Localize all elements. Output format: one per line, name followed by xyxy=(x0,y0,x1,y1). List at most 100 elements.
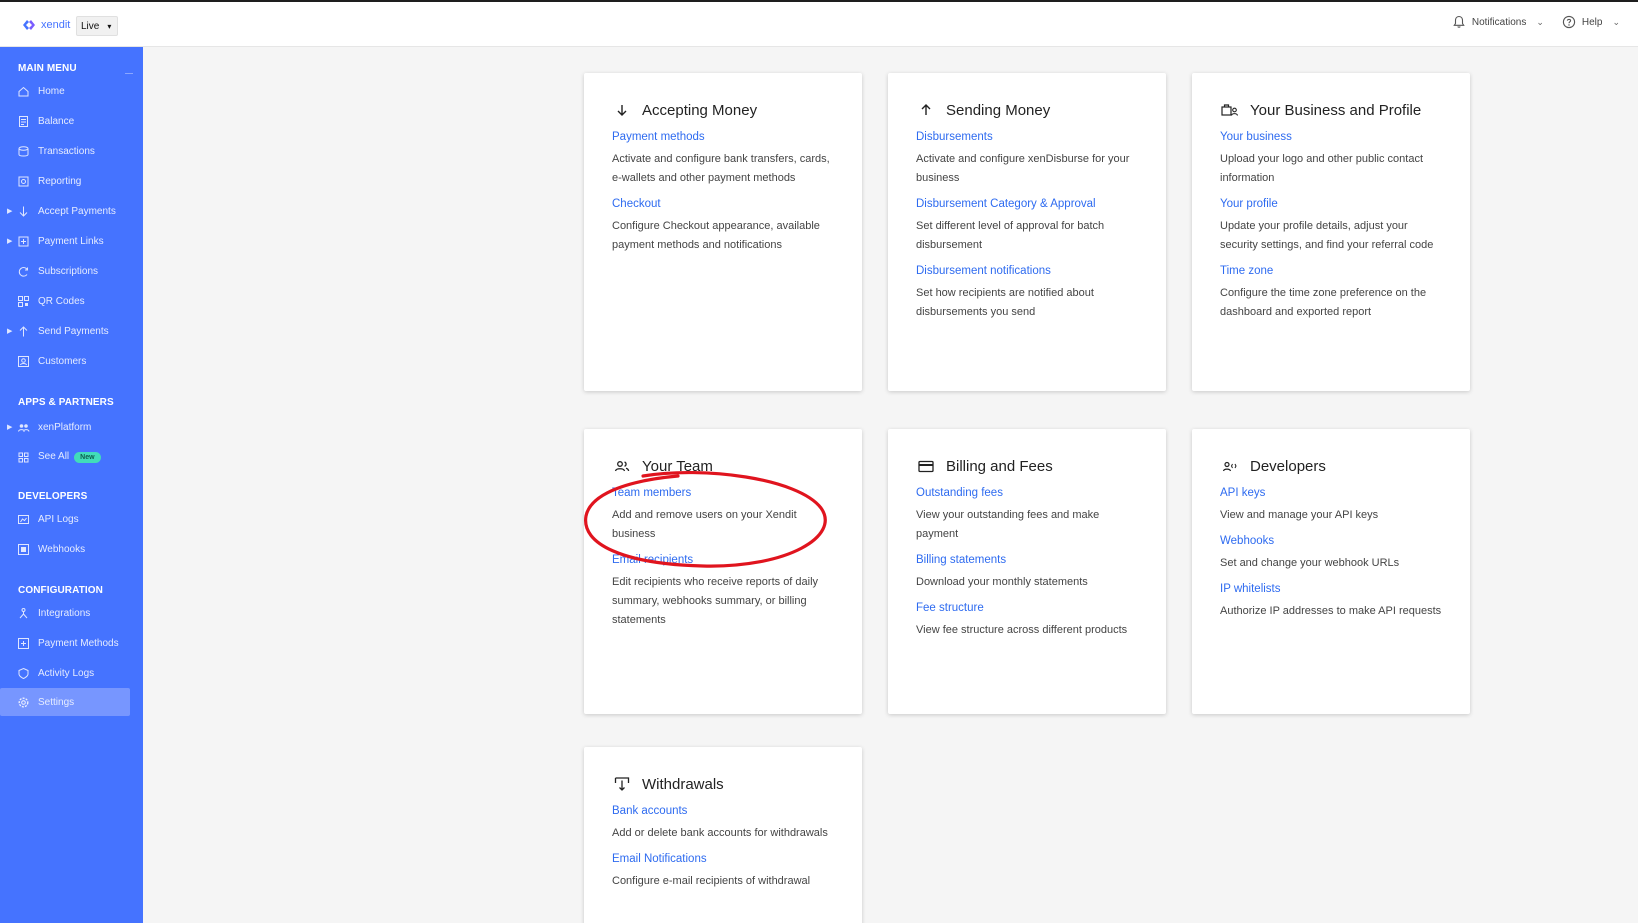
card-header: Your Team xyxy=(612,455,834,477)
bell-icon xyxy=(1453,15,1465,28)
transactions-icon xyxy=(18,145,29,156)
sidebar-item-xenplatform[interactable]: ▶ xenPlatform xyxy=(0,413,130,441)
your-profile-link[interactable]: Your profile xyxy=(1220,198,1442,210)
card-title: Your Team xyxy=(642,457,713,475)
api-keys-link[interactable]: API keys xyxy=(1220,487,1442,499)
bank-accounts-link[interactable]: Bank accounts xyxy=(612,805,834,817)
arrow-up-icon xyxy=(916,100,936,120)
payment-methods-icon xyxy=(18,637,29,649)
link-description: Authorize IP addresses to make API reque… xyxy=(1220,605,1442,617)
your-business-link[interactable]: Your business xyxy=(1220,131,1442,143)
sidebar-item-transactions[interactable]: Transactions xyxy=(0,137,130,165)
arrow-down-icon xyxy=(612,100,632,120)
settings-icon xyxy=(18,697,29,707)
email-notifications-link[interactable]: Email Notifications xyxy=(612,853,834,865)
link-description: View your outstanding fees and make paym… xyxy=(916,509,1100,540)
webhooks-icon xyxy=(18,543,29,555)
sidebar-item-label: See All xyxy=(38,451,70,462)
sidebar-item-balance[interactable]: Balance xyxy=(0,107,130,135)
notifications-label: Notifications xyxy=(1471,16,1527,28)
card-developers: Developers API keys View and manage your… xyxy=(1192,429,1470,714)
disbursement-category-approval-link[interactable]: Disbursement Category & Approval xyxy=(916,198,1138,210)
card-title: Sending Money xyxy=(946,101,1051,119)
sidebar-item-home[interactable]: Home xyxy=(0,77,130,105)
sidebar-item-label: Payment Methods xyxy=(38,637,119,649)
time-zone-link[interactable]: Time zone xyxy=(1220,265,1442,277)
send-payments-icon xyxy=(19,325,28,336)
top-bar: xendit Live ▾ Notifications ⌄ Help ⌄ xyxy=(0,0,1638,47)
sidebar-item-label: API Logs xyxy=(38,513,79,525)
sidebar-item-see-all[interactable]: See All New xyxy=(0,443,130,471)
sidebar-item-payment-methods[interactable]: Payment Methods xyxy=(0,629,130,657)
environment-value: Live xyxy=(81,20,100,32)
brand[interactable]: xendit xyxy=(21,17,70,33)
sidebar-item-label: Accept Payments xyxy=(38,205,116,217)
environment-select[interactable]: Live ▾ xyxy=(76,16,118,36)
card-title: Accepting Money xyxy=(642,101,758,119)
sidebar-item-label: Webhooks xyxy=(38,543,86,555)
payment-methods-link[interactable]: Payment methods xyxy=(612,131,834,143)
card-header: Developers xyxy=(1220,455,1442,477)
card-title: Billing and Fees xyxy=(946,457,1053,475)
card-withdrawals: Withdrawals Bank accounts Add or delete … xyxy=(584,747,862,923)
sidebar-item-label: Activity Logs xyxy=(38,667,95,679)
sidebar-item-accept-payments[interactable]: ▶ Accept Payments xyxy=(0,197,130,225)
chevron-down-icon: ▾ xyxy=(107,21,112,31)
disbursements-link[interactable]: Disbursements xyxy=(916,131,1138,143)
chevron-down-icon: ⌄ xyxy=(1612,16,1620,27)
card-header: Billing and Fees xyxy=(916,455,1138,477)
caret-right-icon: ▶ xyxy=(7,238,13,245)
help-menu[interactable]: Help ⌄ xyxy=(1562,15,1620,29)
link-description: Activate and configure bank transfers, c… xyxy=(612,153,830,184)
business-profile-icon xyxy=(1220,100,1240,120)
disbursement-notifications-link[interactable]: Disbursement notifications xyxy=(916,265,1138,277)
developer-icon xyxy=(1220,456,1240,476)
sidebar-item-integrations[interactable]: Integrations xyxy=(0,599,130,627)
card-header: Sending Money xyxy=(916,99,1138,121)
credit-card-icon xyxy=(916,456,936,476)
link-description: Set how recipients are notified about di… xyxy=(916,287,1094,318)
sidebar-item-label: Customers xyxy=(38,355,87,367)
caret-right-icon: ▶ xyxy=(7,208,13,215)
checkout-link[interactable]: Checkout xyxy=(612,198,834,210)
sidebar-item-api-logs[interactable]: API Logs xyxy=(0,505,130,533)
balance-icon xyxy=(19,115,28,127)
sidebar-item-qr-codes[interactable]: QR Codes xyxy=(0,287,130,315)
sidebar-item-payment-links[interactable]: ▶ Payment Links xyxy=(0,227,130,255)
card-title: Developers xyxy=(1250,457,1326,475)
team-members-link[interactable]: Team members xyxy=(612,487,834,499)
caret-right-icon: ▶ xyxy=(7,424,13,431)
xendit-logo-icon xyxy=(23,20,35,30)
sidebar-item-settings[interactable]: Settings xyxy=(0,688,130,716)
notifications-menu[interactable]: Notifications ⌄ xyxy=(1452,15,1544,29)
new-badge: New xyxy=(74,452,101,463)
fee-structure-link[interactable]: Fee structure xyxy=(916,602,1138,614)
sidebar-item-webhooks[interactable]: Webhooks xyxy=(0,535,130,563)
grid-icon xyxy=(18,452,29,462)
help-circle-icon xyxy=(1562,15,1576,29)
webhooks-link[interactable]: Webhooks xyxy=(1220,535,1442,547)
sidebar-item-subscriptions[interactable]: Subscriptions xyxy=(0,257,130,285)
sidebar-item-label: Balance xyxy=(38,115,75,127)
qr-code-icon xyxy=(18,295,29,307)
outstanding-fees-link[interactable]: Outstanding fees xyxy=(916,487,1138,499)
link-description: Configure Checkout appearance, available… xyxy=(612,220,820,251)
sidebar-item-customers[interactable]: Customers xyxy=(0,347,130,375)
integrations-icon xyxy=(19,607,28,618)
link-description: Configure the time zone preference on th… xyxy=(1220,287,1427,318)
card-your-team: Your Team Team members Add and remove us… xyxy=(584,429,862,714)
ip-whitelists-link[interactable]: IP whitelists xyxy=(1220,583,1442,595)
email-recipients-link[interactable]: Email recipients xyxy=(612,554,834,566)
link-description: Download your monthly statements xyxy=(916,576,1088,588)
sidebar-item-activity-logs[interactable]: Activity Logs xyxy=(0,659,130,687)
withdraw-icon xyxy=(612,774,632,794)
customers-icon xyxy=(18,355,29,367)
sidebar-item-label: Integrations xyxy=(38,607,91,619)
subscriptions-icon xyxy=(18,266,28,277)
sidebar-item-reporting[interactable]: Reporting xyxy=(0,167,130,195)
sidebar-item-label: Home xyxy=(38,85,65,97)
sidebar-item-label: Payment Links xyxy=(38,235,104,247)
sidebar-item-send-payments[interactable]: ▶ Send Payments xyxy=(0,317,130,345)
card-title: Withdrawals xyxy=(642,775,724,793)
billing-statements-link[interactable]: Billing statements xyxy=(916,554,1138,566)
